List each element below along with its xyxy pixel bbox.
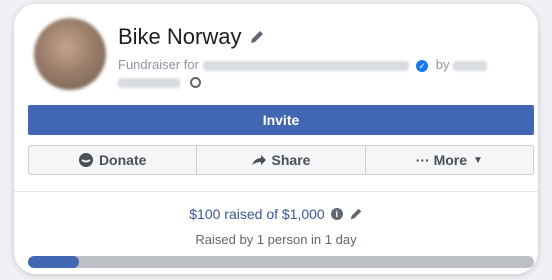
fundraiser-cover-avatar[interactable] (34, 18, 106, 90)
share-arrow-icon (251, 155, 266, 165)
more-button[interactable]: ··· More ▼ (366, 146, 533, 174)
fundraiser-for-label: Fundraiser for (118, 57, 199, 72)
verified-check-icon: ✓ (416, 59, 429, 72)
share-label: Share (271, 152, 311, 168)
donate-icon (78, 153, 93, 167)
title-row: Bike Norway (118, 24, 265, 50)
donate-label: Donate (98, 152, 147, 168)
globe-icon (189, 77, 201, 89)
beneficiary-name-redacted[interactable] (202, 60, 409, 71)
fundraiser-subtitle: Fundraiser for ✓ by (118, 56, 518, 90)
progress-bar (28, 256, 534, 268)
fundraiser-card: Bike Norway Fundraiser for ✓ by Invite D… (14, 4, 538, 274)
raised-by-text: Raised by 1 person in 1 day (195, 232, 357, 247)
share-button[interactable]: Share (197, 146, 366, 174)
progress-fill (28, 256, 79, 268)
fundraiser-title[interactable]: Bike Norway (118, 24, 241, 50)
organizer-name-redacted[interactable] (453, 60, 488, 71)
divider (14, 191, 538, 192)
edit-pencil-icon[interactable] (249, 29, 265, 45)
edit-goal-pencil-icon[interactable] (349, 207, 363, 221)
organizer-name-redacted-2[interactable] (118, 77, 180, 88)
invite-button[interactable]: Invite (28, 105, 534, 135)
info-icon[interactable]: i (330, 208, 343, 220)
raised-amount-link[interactable]: $100 raised of $1,000 (189, 206, 324, 222)
raised-row: $100 raised of $1,000 i (14, 206, 538, 222)
chevron-down-icon: ▼ (473, 154, 483, 166)
by-label: by (435, 57, 450, 72)
more-label: ··· More (415, 152, 468, 168)
donate-button[interactable]: Donate (29, 146, 198, 174)
action-bar: Donate Share ··· More ▼ (28, 145, 534, 175)
